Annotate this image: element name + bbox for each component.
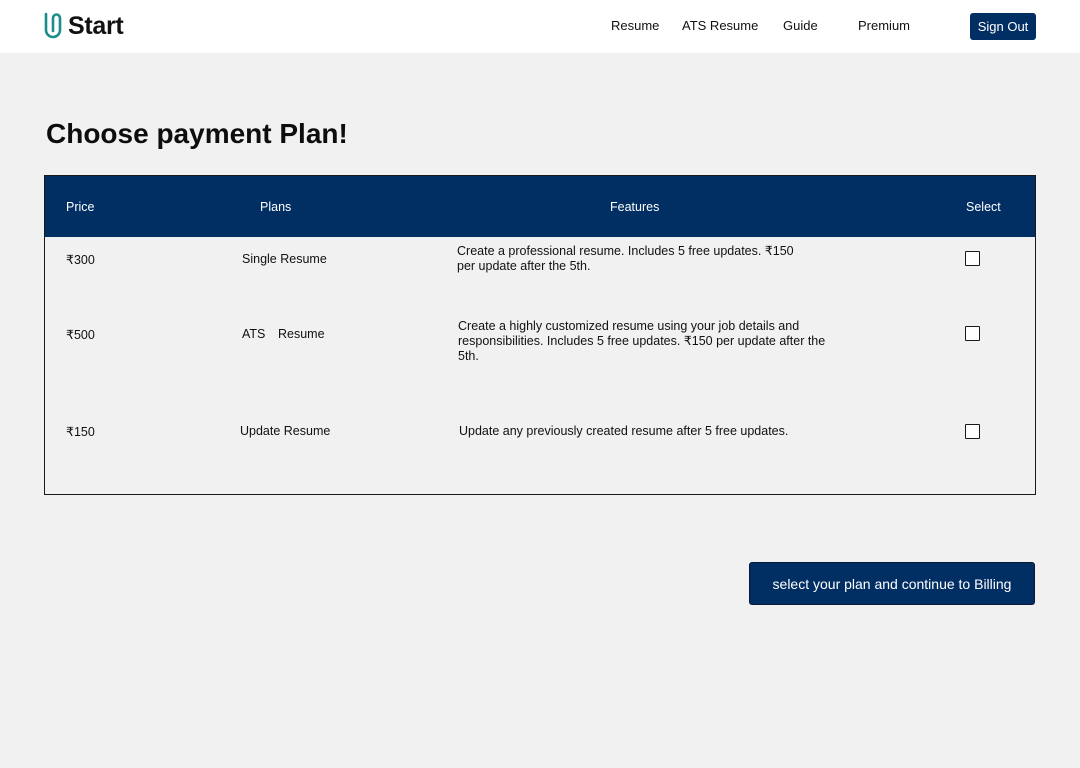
nav-link-ats-resume[interactable]: ATS Resume [682,18,758,33]
payment-plan-table: Price Plans Features Select ₹300 Single … [44,175,1036,495]
paperclip-logo-icon [44,12,62,39]
column-header-features: Features [610,200,660,214]
row-features: Update any previously created resume aft… [459,424,789,438]
row-features: Create a professional resume. Includes 5… [457,244,794,273]
brand-name: Start [68,11,124,40]
select-plan-checkbox[interactable] [965,326,980,341]
table-header: Price Plans Features Select [45,176,1035,237]
nav-link-guide[interactable]: Guide [783,18,818,33]
column-header-plans: Plans [260,200,292,214]
row-plan-name: Update Resume [240,424,331,438]
row-features: Create a highly customized resume using … [458,319,826,363]
page-title: Choose payment Plan! [46,118,348,149]
row-plan-name-part: Resume [278,327,325,341]
select-plan-checkbox[interactable] [965,251,980,266]
row-price: ₹500 [66,328,95,342]
column-header-price: Price [66,200,95,214]
select-plan-checkbox[interactable] [965,424,980,439]
continue-to-billing-button[interactable]: select your plan and continue to Billing [749,562,1035,605]
nav-link-resume[interactable]: Resume [611,18,659,33]
top-navbar: Start Resume ATS Resume Guide Premium Si… [0,0,1080,53]
row-plan-name-part: ATS [242,327,266,341]
row-plan-name: Single Resume [242,252,327,266]
sign-out-button[interactable]: Sign Out [970,13,1036,40]
row-price: ₹150 [66,425,95,439]
nav-link-premium[interactable]: Premium [858,18,910,33]
brand-logo[interactable]: Start [43,11,124,41]
row-price: ₹300 [66,253,95,267]
column-header-select: Select [966,200,1001,214]
